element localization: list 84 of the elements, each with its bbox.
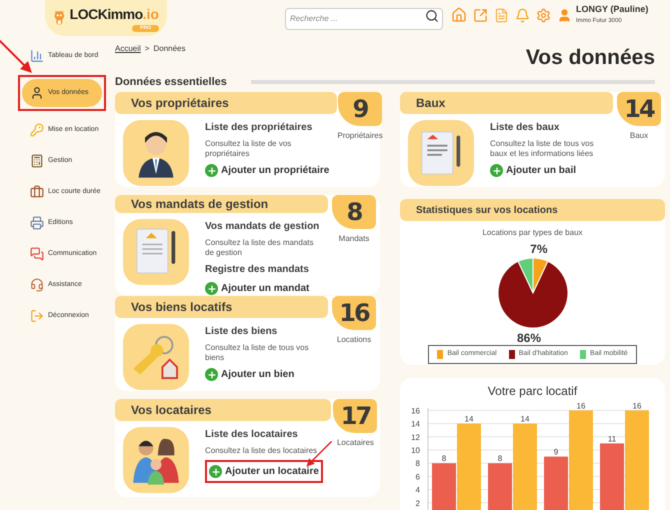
bar-value-label: 9 xyxy=(553,448,558,457)
bar-value-label: 16 xyxy=(632,401,641,410)
card-title: Baux xyxy=(416,95,446,112)
card-illustration xyxy=(408,120,474,186)
chart-title: Votre parc locatif xyxy=(488,383,578,400)
list-link[interactable]: Vos mandats de gestion xyxy=(205,219,320,234)
user-icon[interactable] xyxy=(557,8,572,22)
card-illustration xyxy=(123,324,189,390)
percent-label: 7% xyxy=(530,242,547,256)
printer-icon xyxy=(30,216,44,230)
search-icon[interactable] xyxy=(425,9,439,23)
page-title: Vos données xyxy=(526,45,655,71)
list-link[interactable]: Liste des locataires xyxy=(205,427,323,442)
count-badge: 14 xyxy=(617,92,661,126)
logout-icon xyxy=(30,309,44,323)
settings-icon[interactable] xyxy=(536,8,551,22)
count-label: Locataires xyxy=(336,437,374,449)
axis-tick-label: 16 xyxy=(410,406,420,416)
add-link[interactable]: Ajouter un mandat xyxy=(205,281,310,296)
axis-tick-label: 4 xyxy=(415,486,420,495)
add-link[interactable]: Ajouter un propriétaire xyxy=(205,163,330,178)
percent-label: 86% xyxy=(516,331,541,345)
add-link[interactable]: Ajouter un bien xyxy=(205,367,294,382)
card-title: Vos propriétaires xyxy=(131,95,229,112)
chart-title: Locations par types de baux xyxy=(482,227,583,239)
count-label: Baux xyxy=(630,130,648,142)
description-text: Consultez la liste de vos propriétaires xyxy=(205,139,292,159)
count-label: Locations xyxy=(336,334,372,346)
card-illustration xyxy=(123,427,189,493)
count-badge: 16 xyxy=(332,296,376,330)
breadcrumb-link[interactable]: Accueil xyxy=(115,43,141,55)
card-title: Vos biens locatifs xyxy=(131,299,232,316)
axis-tick-label: 10 xyxy=(410,446,420,455)
count-label: Mandats xyxy=(338,233,370,245)
description-text: Consultez la liste de tous vos biens xyxy=(205,343,310,363)
calculator-icon xyxy=(30,154,44,168)
bar-value-label: 8 xyxy=(441,454,446,464)
card-illustration xyxy=(123,219,189,285)
bar-value-label: 14 xyxy=(464,414,473,424)
bell-icon[interactable] xyxy=(515,8,530,22)
plus-icon xyxy=(205,164,218,177)
logo-text: LOCKimmo xyxy=(70,5,143,24)
count-badge: 17 xyxy=(333,399,378,433)
axis-tick-label: 2 xyxy=(415,498,420,508)
bar-value-label: 14 xyxy=(520,414,529,424)
count-badge: 8 xyxy=(332,195,376,229)
card-title: Statistiques sur vos locations xyxy=(416,204,558,218)
bar-value-label: 16 xyxy=(576,401,585,410)
bar-value-label: 11 xyxy=(607,434,616,444)
plus-icon xyxy=(490,164,503,177)
list-link[interactable]: Liste des baux xyxy=(490,120,605,135)
logo-suffix: .io xyxy=(142,5,159,24)
user-name: LONGY (Pauline) xyxy=(576,3,648,16)
breadcrumb-separator: > xyxy=(144,43,150,55)
external-link-icon[interactable] xyxy=(473,8,488,22)
card-title: Vos locataires xyxy=(131,402,212,419)
suitcase-icon xyxy=(30,185,44,199)
description-text: Consultez la liste des mandats de gestion xyxy=(205,238,314,258)
document-icon[interactable] xyxy=(494,8,509,22)
list-link[interactable]: Liste des biens xyxy=(205,324,320,339)
headset-icon xyxy=(30,278,44,292)
bar-chart-icon xyxy=(30,49,44,63)
plus-icon xyxy=(209,465,222,478)
card-title: Vos mandats de gestion xyxy=(131,196,268,213)
axis-tick-label: 8 xyxy=(415,459,420,468)
count-badge: 9 xyxy=(338,92,382,126)
axis-tick-label: 14 xyxy=(410,420,420,429)
count-label: Propriétaires xyxy=(337,130,383,142)
list-link[interactable]: Liste des propriétaires xyxy=(205,120,330,135)
bar-value-label: 8 xyxy=(497,454,502,464)
plus-icon xyxy=(205,368,218,381)
list-link[interactable]: Registre des mandats xyxy=(205,262,320,277)
breadcrumb-current: Données xyxy=(153,43,186,55)
axis-tick-label: 6 xyxy=(415,472,420,482)
person-icon xyxy=(30,86,44,100)
chat-bubbles-icon xyxy=(30,247,44,261)
home-icon[interactable] xyxy=(451,7,467,23)
key-icon xyxy=(30,123,44,137)
section-title: Données essentielles xyxy=(115,74,227,90)
axis-tick-label: 12 xyxy=(410,432,420,442)
description-text: Consultez la liste de tous vos baux et les informations liées xyxy=(490,139,595,159)
add-link[interactable]: Ajouter un bail xyxy=(490,163,576,178)
description-text: Consultez la liste des locataires xyxy=(205,446,318,456)
search-field[interactable]: Recherche ... xyxy=(285,8,443,30)
